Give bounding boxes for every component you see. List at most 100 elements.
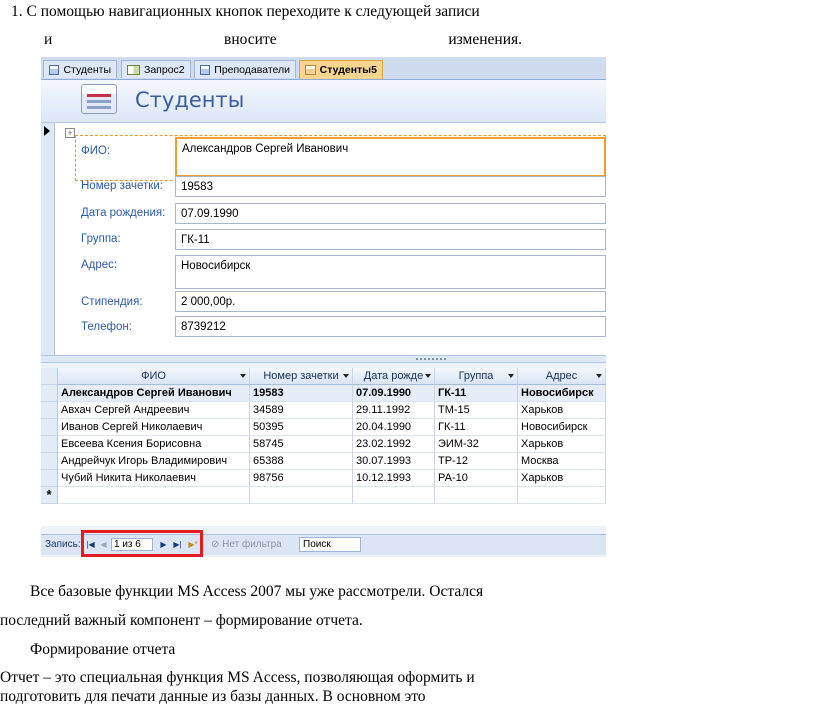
cell-gruppa[interactable]: ТР-12 [435,453,518,470]
table-row[interactable]: Иванов Сергей Николаевич 50395 20.04.199… [41,419,606,436]
cell-gruppa[interactable]: ТМ-15 [435,402,518,419]
cell-data[interactable]: 29.11.1992 [353,402,435,419]
cell-adres[interactable]: Москва [518,453,606,470]
row-selector[interactable] [41,402,58,419]
tab-studenty[interactable]: Студенты [43,60,117,78]
section-heading: Формирование отчета [30,641,176,658]
label-gruppa: Группа: [81,233,121,245]
instruction-line-1: 1. С помощью навигационных кнопок перехо… [11,3,480,20]
row-selector[interactable] [41,453,58,470]
tab-studenty5[interactable]: Студенты5 [299,60,383,79]
filter-indicator[interactable]: ⊘ Нет фильтра [211,538,293,551]
cell-data[interactable]: 30.07.1993 [353,453,435,470]
row-selector[interactable] [41,385,58,402]
cell-nomer[interactable]: 98756 [250,470,353,487]
cell-data[interactable]: 07.09.1990 [353,385,435,402]
record-label: Запись: [45,539,81,550]
tab-label: Студенты [63,63,111,76]
query-icon [127,64,140,75]
column-header-data[interactable]: Дата рожде [353,368,435,385]
word-vnosite: вносите [224,31,277,48]
form-logo-icon [81,84,117,114]
word-izmeneniya: изменения. [448,31,522,48]
cell-fio[interactable]: Евсеева Ксения Борисовна [58,436,250,453]
cell-adres[interactable]: Харьков [518,402,606,419]
cell-data[interactable]: 20.04.1990 [353,419,435,436]
cell-fio[interactable]: Чубий Никита Николаевич [58,470,250,487]
cell-fio[interactable]: Александров Сергей Иванович [58,385,250,402]
move-handle-icon[interactable]: + [65,128,75,138]
tab-label: Преподаватели [214,63,290,76]
field-adres[interactable]: Новосибирск [175,255,606,289]
record-selector[interactable] [41,123,55,355]
cell-adres[interactable]: Харьков [518,436,606,453]
label-nomer-zachetki: Номер зачетки: [81,180,163,192]
access-screenshot: Студенты Запрос2 Преподаватели Студенты5… [41,57,606,557]
cell-fio[interactable]: Иванов Сергей Николаевич [58,419,250,436]
field-data-rozhdeniya[interactable]: 07.09.1990 [175,203,606,224]
row-selector[interactable] [41,470,58,487]
cell-fio[interactable] [58,487,250,504]
column-header-gruppa[interactable]: Группа [435,368,518,385]
cell-gruppa[interactable]: ГК-11 [435,419,518,436]
cell-gruppa[interactable]: РА-10 [435,470,518,487]
table-row[interactable]: Чубий Никита Николаевич 98756 10.12.1993… [41,470,606,487]
cell-adres[interactable] [518,487,606,504]
cell-nomer[interactable]: 58745 [250,436,353,453]
dropdown-arrow-icon [425,374,431,378]
new-record-row[interactable]: * [41,487,606,504]
cell-nomer[interactable]: 65388 [250,453,353,470]
cell-data[interactable]: 23.02.1992 [353,436,435,453]
cell-fio[interactable]: Андрейчук Игорь Владимирович [58,453,250,470]
word-i: и [44,31,53,48]
cell-fio[interactable]: Авхач Сергей Андреевич [58,402,250,419]
dropdown-arrow-icon [508,374,514,378]
cell-nomer[interactable]: 34589 [250,402,353,419]
row-selector[interactable] [41,436,58,453]
cell-data[interactable] [353,487,435,504]
table-row[interactable]: Андрейчук Игорь Владимирович 65388 30.07… [41,453,606,470]
tab-prepodavateli[interactable]: Преподаватели [194,60,296,78]
datasheet-header-row: ФИО Номер зачетки Дата рожде Группа Адре… [41,368,606,385]
search-input[interactable]: Поиск [299,537,361,552]
field-nomer-zachetki[interactable]: 19583 [175,176,606,197]
column-header-adres[interactable]: Адрес [518,368,606,385]
form-title: Студенты [135,88,245,112]
filter-icon: ⊘ [211,539,223,550]
row-selector[interactable] [41,419,58,436]
split-form-splitter[interactable] [41,355,606,363]
field-stipendiya[interactable]: 2 000,00р. [175,291,606,312]
column-header-nomer[interactable]: Номер зачетки [250,368,353,385]
datasheet: ФИО Номер зачетки Дата рожде Группа Адре… [41,368,606,526]
new-record-icon[interactable]: * [41,487,58,504]
cell-nomer[interactable]: 50395 [250,419,353,436]
cell-gruppa[interactable] [435,487,518,504]
cell-adres[interactable]: Харьков [518,470,606,487]
cell-nomer[interactable]: 19583 [250,385,353,402]
paragraph-2-line-1: Отчет – это специальная функция MS Acces… [0,669,475,686]
cell-data[interactable]: 10.12.1993 [353,470,435,487]
label-telefon: Телефон: [81,321,132,333]
field-telefon[interactable]: 8739212 [175,316,606,337]
cell-gruppa[interactable]: ЭИМ-32 [435,436,518,453]
tab-label: Запрос2 [144,63,185,76]
paragraph-1-line-2: последний важный компонент – формировани… [0,612,363,629]
cell-nomer[interactable] [250,487,353,504]
label-stipendiya: Стипендия: [81,296,143,308]
table-row[interactable]: Авхач Сергей Андреевич 34589 29.11.1992 … [41,402,606,419]
cell-adres[interactable]: Новосибирск [518,385,606,402]
tab-zapros2[interactable]: Запрос2 [121,60,191,78]
form-detail: + ФИО: Александров Сергей Иванович Номер… [55,123,606,355]
label-adres: Адрес: [81,259,118,271]
cell-adres[interactable]: Новосибирск [518,419,606,436]
tab-label: Студенты5 [319,64,377,76]
cell-gruppa[interactable]: ГК-11 [435,385,518,402]
table-row[interactable]: Александров Сергей Иванович 19583 07.09.… [41,385,606,402]
form-header: Студенты [41,80,606,123]
column-header-fio[interactable]: ФИО [58,368,250,385]
table-row[interactable]: Евсеева Ксения Борисовна 58745 23.02.199… [41,436,606,453]
field-fio[interactable]: Александров Сергей Иванович [175,137,606,177]
field-gruppa[interactable]: ГК-11 [175,229,606,250]
select-all-corner[interactable] [41,368,58,385]
instruction-line-2: и вносите изменения. [44,31,522,49]
